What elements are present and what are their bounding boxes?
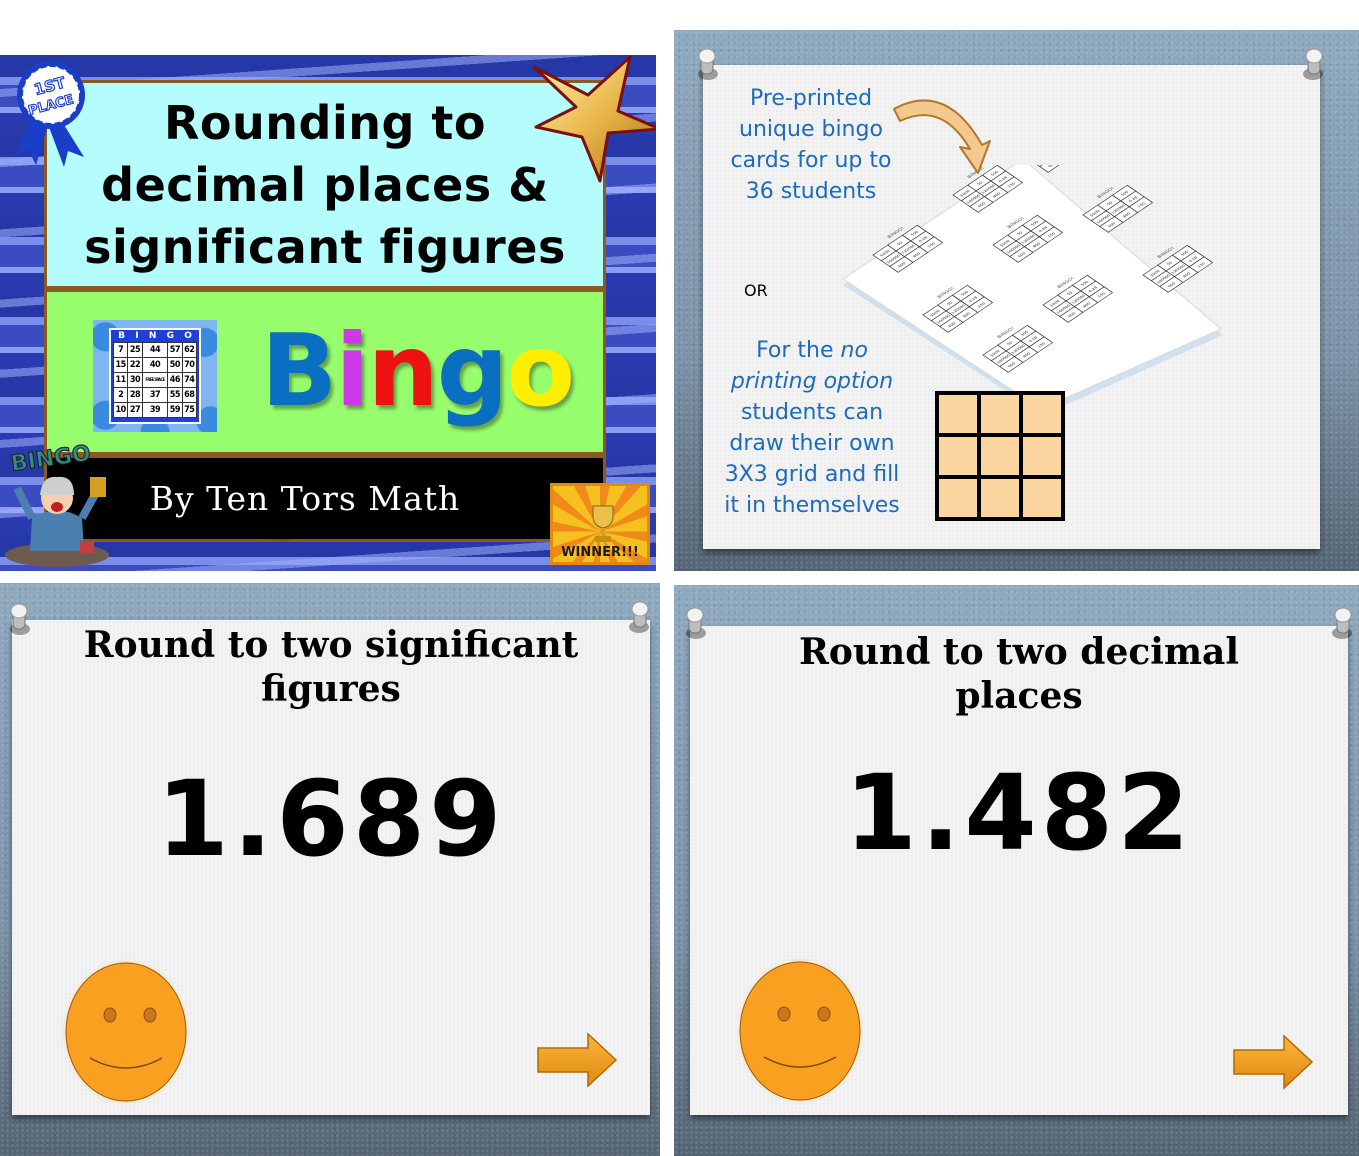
- bingo-card-cell: 57: [167, 342, 183, 358]
- bingo-card-row: 15 22 40 50 70: [112, 357, 198, 373]
- bingo-card-grid: 7 25 44 57 62 15 22 40 50 70 11 30 FREE SPACE 46 74 2 28…: [112, 342, 198, 418]
- byline-bar: By Ten Tors Math: [47, 458, 603, 539]
- text-line: unique bingo: [739, 117, 883, 142]
- bingo-card-cell: 46: [167, 372, 183, 388]
- bingo-card-header: BINGO: [113, 331, 197, 342]
- bingo-card-cell: FREE SPACE: [141, 372, 169, 388]
- bingo-card-cell: 70: [181, 357, 198, 373]
- author-byline: By Ten Tors Math: [149, 479, 461, 518]
- cover-title-line: Rounding to: [164, 95, 486, 150]
- bingo-card-cell: 37: [141, 387, 169, 403]
- winner-badge: WINNER!!!: [550, 483, 650, 565]
- bingo-letter: o: [506, 312, 575, 429]
- trophy-icon: [592, 505, 614, 542]
- question-number: 1.689: [156, 758, 506, 880]
- bingo-card-cell: 39: [141, 402, 169, 418]
- title-line: Round to two significant: [83, 624, 579, 666]
- cover-frame: Rounding to decimal places & significant…: [44, 80, 606, 559]
- bingo-cards-sheet-image: BINGO!5000505001000001200000.28600800150…: [843, 165, 1223, 415]
- question-slide-significant-figures: Round to two significant figures 1.689: [0, 583, 660, 1156]
- question-title: Round to two decimal places: [690, 630, 1348, 718]
- text-line: Pre-printed: [749, 86, 873, 111]
- bingo-card-cell: 15: [112, 357, 129, 373]
- bingo-card-cell: 27: [127, 402, 143, 418]
- curved-arrow-icon: [893, 99, 991, 174]
- bingo-card-cell: 74: [181, 372, 198, 388]
- pushpin-icon: [698, 48, 718, 80]
- lady-bingo-sign: BINGO: [9, 443, 92, 477]
- bingo-banner: BINGO 7 25 44 57 62 15 22 40 50 70 11 30 FREE SPACE 4…: [47, 292, 603, 559]
- question-title: Round to two significant figures: [12, 623, 650, 711]
- gold-star-icon: [532, 55, 656, 183]
- cover-title-line: significant figures: [84, 219, 566, 274]
- bingo-card-cell: 44: [141, 342, 169, 358]
- pushpin-icon: [10, 603, 30, 635]
- bingo-card-cell: 40: [141, 357, 169, 373]
- text-line: 3X3 grid and fill: [724, 462, 900, 487]
- paper-sheet: Round to two decimal places 1.482: [690, 626, 1348, 1115]
- pushpin-icon: [686, 607, 706, 639]
- bingo-card-header-letter: N: [148, 331, 157, 341]
- bingo-card-row: 2 28 37 55 68: [112, 387, 198, 403]
- bingo-card-row: 11 30 FREE SPACE 46 74: [112, 372, 198, 388]
- three-by-three-grid: [935, 391, 1065, 521]
- smiley-face-icon[interactable]: [736, 957, 864, 1105]
- title-line: figures: [261, 668, 401, 710]
- bingo-card-header-letter: I: [135, 331, 139, 341]
- pushpin-icon: [1303, 48, 1323, 80]
- bingo-letter: g: [436, 312, 509, 429]
- bingo-card-icon: BINGO 7 25 44 57 62 15 22 40 50 70 11 30 FREE SPACE 4…: [93, 320, 217, 432]
- bingo-card-cell: 10: [112, 402, 129, 418]
- question-number: 1.482: [844, 752, 1194, 874]
- bingo-card-header-letter: O: [184, 331, 192, 341]
- question-slide-decimal-places: Round to two decimal places 1.482: [674, 585, 1359, 1156]
- next-arrow-button[interactable]: [1232, 1034, 1314, 1090]
- cover-slide: Rounding to decimal places & significant…: [0, 55, 656, 571]
- text-line: draw their own: [729, 431, 895, 456]
- bingo-card-row: 10 27 39 59 75: [112, 402, 198, 418]
- info-slide: Pre-printed unique bingo cards for up to…: [674, 30, 1359, 571]
- bingo-card-cell: 28: [127, 387, 143, 403]
- bingo-card-cell: 59: [167, 402, 183, 418]
- bingo-letter: n: [367, 312, 439, 429]
- bingo-card-cell: 62: [181, 342, 198, 358]
- bingo-card-header-letter: B: [118, 331, 125, 341]
- next-arrow-button[interactable]: [536, 1032, 618, 1088]
- bingo-card-cell: 30: [127, 372, 143, 388]
- bingo-card-cell: 2: [112, 387, 129, 403]
- pushpin-icon: [1332, 607, 1352, 639]
- pushpin-icon: [629, 601, 649, 633]
- cover-title-line: decimal places &: [101, 157, 549, 212]
- winner-label: WINNER!!!: [561, 545, 639, 560]
- text-line: it in themselves: [724, 493, 900, 518]
- bingo-card-cell: 25: [127, 342, 143, 358]
- bingo-card-row: 7 25 44 57 62: [112, 342, 198, 358]
- paper-sheet: Round to two significant figures 1.689: [12, 620, 650, 1115]
- bingo-card-cell: 22: [127, 357, 143, 373]
- bingo-letter: i: [335, 312, 369, 429]
- smiley-face-icon[interactable]: [62, 958, 190, 1106]
- bingo-card-cell: 50: [167, 357, 183, 373]
- cover-title-box: Rounding to decimal places & significant…: [47, 83, 603, 289]
- bingo-card-cell: 7: [112, 342, 129, 358]
- first-place-ribbon-icon: 1ST PLACE: [14, 61, 85, 167]
- bingo-letter: B: [261, 312, 337, 429]
- bingo-card-cell: 75: [181, 402, 198, 418]
- or-label: OR: [744, 281, 768, 300]
- paper-sheet: Pre-printed unique bingo cards for up to…: [703, 65, 1320, 549]
- title-line: Round to two decimal: [798, 631, 1240, 673]
- title-line: places: [955, 675, 1083, 717]
- bingo-card-cell: 68: [181, 387, 198, 403]
- bingo-card-cell: 55: [167, 387, 183, 403]
- bingo-card-cell: 11: [112, 372, 129, 388]
- bingo-card-header-letter: G: [166, 331, 174, 341]
- bingo-lady-icon: BINGO: [5, 443, 109, 567]
